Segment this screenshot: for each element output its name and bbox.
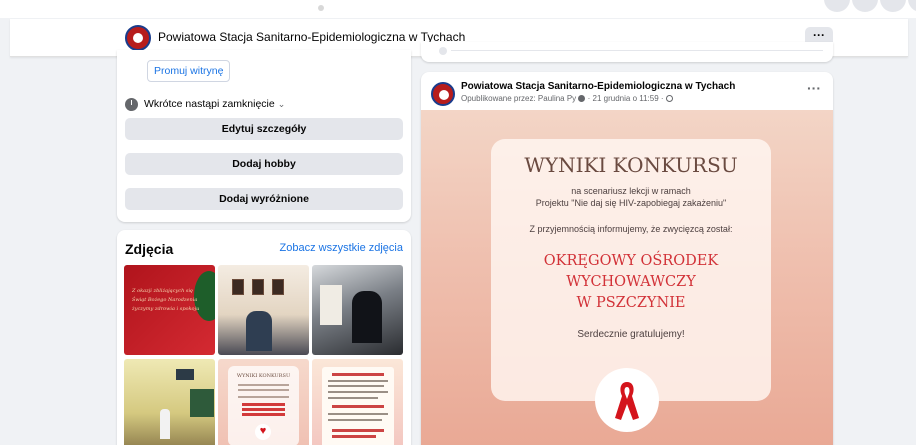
photo-thumbnail[interactable] xyxy=(124,359,215,445)
post-author-avatar[interactable] xyxy=(431,82,455,106)
mini-red-line xyxy=(332,405,384,408)
mini-text-line xyxy=(328,413,388,415)
photo-thumbnail[interactable]: Z okazji zbliżających się Świąt Bożego N… xyxy=(124,265,215,355)
winner-line: OKRĘGOWY OŚRODEK xyxy=(543,253,719,269)
screen-shape xyxy=(176,369,194,380)
winner-line: WYCHOWAWCZY xyxy=(566,274,696,290)
photo-thumbnail[interactable] xyxy=(218,265,309,355)
board-shape xyxy=(190,389,214,417)
mini-red-line xyxy=(242,413,285,416)
awareness-ribbon-icon xyxy=(615,382,639,420)
ribbon-icon: ♥ xyxy=(255,424,271,440)
add-featured-button[interactable]: Dodaj wyróżnione xyxy=(125,188,403,210)
mini-red-line xyxy=(242,408,285,411)
post-meta: Opublikowane przez: Paulina Py · 21 grud… xyxy=(461,94,673,103)
winner-line: W PSZCZYNIE xyxy=(576,295,686,311)
announcement-line: Projektu "Nie daj się HIV-zapobiegaj zak… xyxy=(535,198,727,208)
post-date[interactable]: · 21 grudnia o 11:59 · xyxy=(588,94,664,103)
mini-text-line xyxy=(328,397,378,399)
chevron-down-icon[interactable]: ⌄ xyxy=(278,99,286,109)
about-card: Promuj witrynę Wkrótce nastąpi zamknięci… xyxy=(117,50,411,222)
photos-card: Zdjęcia Zobacz wszystkie zdjęcia Z okazj… xyxy=(117,230,411,445)
mini-text-line xyxy=(328,391,388,393)
ribbon-badge xyxy=(595,368,659,432)
mini-text-line xyxy=(328,385,384,387)
hours-status-label: Wkrótce nastąpi zamknięcie xyxy=(144,98,275,110)
reaction-icon xyxy=(439,47,447,55)
globe-icon xyxy=(665,95,673,103)
mini-text-line xyxy=(328,380,388,382)
photos-title: Zdjęcia xyxy=(125,241,174,257)
mini-text-line xyxy=(238,384,289,386)
dot-indicator xyxy=(318,5,324,11)
divider xyxy=(451,50,823,51)
wall-frame xyxy=(232,279,244,295)
mini-red-line xyxy=(332,429,384,432)
post-card: Powiatowa Stacja Sanitarno-Epidemiologic… xyxy=(421,72,833,445)
clock-icon xyxy=(125,98,138,111)
page-logo[interactable] xyxy=(125,25,151,51)
wall-frame xyxy=(252,279,264,295)
photo-thumbnail[interactable] xyxy=(312,265,403,355)
post-image[interactable]: WYNIKI KONKURSU na scenariusz lekcji w r… xyxy=(421,110,833,445)
announcement-line: Z przyjemnością informujemy, że zwycięzc… xyxy=(529,224,733,234)
mini-red-line xyxy=(332,373,384,376)
browser-top-strip xyxy=(0,0,916,18)
tab-circle-icon[interactable] xyxy=(880,0,906,12)
edit-details-button[interactable]: Edytuj szczegóły xyxy=(125,118,403,140)
person-figure xyxy=(246,311,272,351)
mini-document xyxy=(322,367,394,445)
person-figure xyxy=(160,409,170,439)
mini-red-line xyxy=(242,403,285,406)
post-menu-button[interactable]: ··· xyxy=(807,80,821,96)
announcement-headline: WYNIKI KONKURSU xyxy=(524,153,738,177)
post-published-by: Opublikowane przez: Paulina Py xyxy=(461,94,577,103)
mini-red-line xyxy=(332,435,376,438)
hours-status[interactable]: Wkrótce nastąpi zamknięcie ⌄ xyxy=(144,98,285,110)
announcement-line: na scenariusz lekcji w ramach xyxy=(571,186,691,196)
announcement-panel: WYNIKI KONKURSU na scenariusz lekcji w r… xyxy=(491,139,771,401)
mini-text-line xyxy=(328,419,382,421)
sheet-shape xyxy=(320,285,342,325)
previous-post-footer xyxy=(421,42,833,62)
mini-poster: WYNIKI KONKURSU ♥ xyxy=(228,366,299,445)
promote-website-button[interactable]: Promuj witrynę xyxy=(147,60,231,82)
add-hobby-button[interactable]: Dodaj hobby xyxy=(125,153,403,175)
page-title[interactable]: Powiatowa Stacja Sanitarno-Epidemiologic… xyxy=(158,30,465,44)
mini-text-line xyxy=(238,389,289,391)
see-all-photos-link[interactable]: Zobacz wszystkie zdjęcia xyxy=(280,242,404,254)
congratulations-text: Serdecznie gratulujemy! xyxy=(577,329,685,340)
tab-circle-icon[interactable] xyxy=(852,0,878,12)
post-author-name[interactable]: Powiatowa Stacja Sanitarno-Epidemiologic… xyxy=(461,81,735,92)
info-icon[interactable] xyxy=(578,95,586,103)
thumbnail-greeting-text: Z okazji zbliżających się Świąt Bożego N… xyxy=(132,288,200,312)
person-figure xyxy=(352,291,382,343)
tab-circle-icon[interactable] xyxy=(908,0,916,12)
mini-poster-heading: WYNIKI KONKURSU xyxy=(236,373,291,379)
wall-frame xyxy=(272,279,284,295)
photo-thumbnail[interactable] xyxy=(312,359,403,445)
photo-thumbnail[interactable]: WYNIKI KONKURSU ♥ xyxy=(218,359,309,445)
tab-circle-icon[interactable] xyxy=(824,0,850,12)
mini-text-line xyxy=(238,396,289,398)
